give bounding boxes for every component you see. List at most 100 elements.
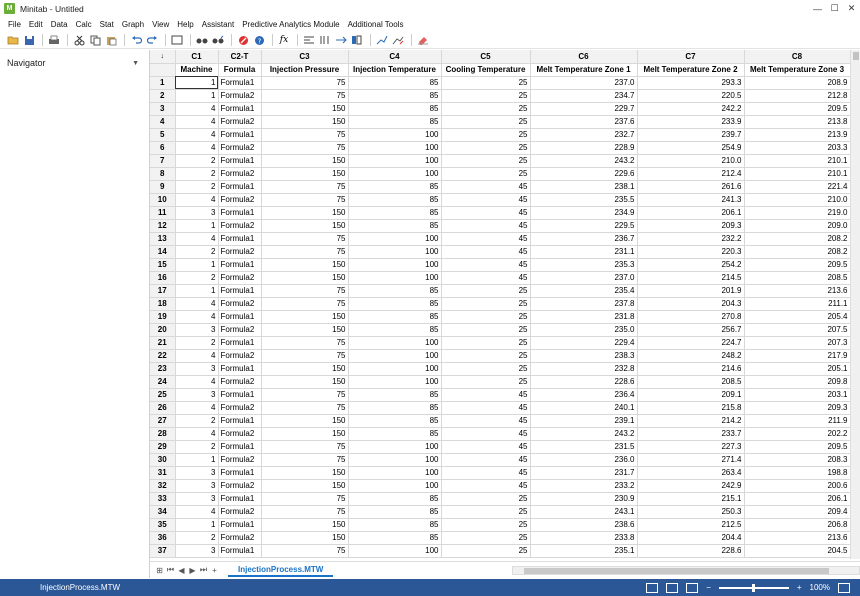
data-cell[interactable]: 242.2 [637, 102, 745, 116]
data-cell[interactable]: 207.3 [744, 336, 851, 350]
data-cell[interactable]: 198.8 [744, 466, 851, 480]
data-cell[interactable]: 209.8 [744, 375, 851, 389]
minimize-button[interactable]: — [809, 0, 826, 17]
data-cell[interactable]: 209.4 [744, 505, 851, 519]
data-cell[interactable]: 150 [261, 154, 349, 168]
data-cell[interactable]: Formula1 [218, 492, 262, 506]
data-cell[interactable]: 25 [441, 128, 531, 142]
data-cell[interactable]: 234.9 [530, 206, 638, 220]
data-cell[interactable]: 45 [441, 258, 531, 272]
data-cell[interactable]: 75 [261, 388, 349, 402]
row-number[interactable]: 34 [150, 505, 176, 519]
insert-columns-icon[interactable] [318, 34, 332, 47]
data-cell[interactable]: 100 [348, 167, 442, 181]
data-cell[interactable]: 25 [441, 531, 531, 545]
add-sheet-icon[interactable]: + [209, 566, 220, 575]
data-cell[interactable]: 235.5 [530, 193, 638, 207]
data-cell[interactable]: 3 [175, 323, 219, 337]
horizontal-scrollbar[interactable] [512, 566, 860, 575]
data-cell[interactable]: 85 [348, 206, 442, 220]
data-cell[interactable]: 3 [175, 466, 219, 480]
data-cell[interactable]: Formula2 [218, 479, 262, 493]
data-cell[interactable]: 209.5 [744, 258, 851, 272]
sheet-tab-injectionprocess[interactable]: InjectionProcess.MTW [228, 563, 334, 577]
data-cell[interactable]: 224.7 [637, 336, 745, 350]
grid-view-icon[interactable] [666, 582, 679, 593]
data-cell[interactable]: 213.6 [744, 531, 851, 545]
data-cell[interactable]: 256.7 [637, 323, 745, 337]
data-cell[interactable]: 85 [348, 531, 442, 545]
data-cell[interactable]: 208.2 [744, 232, 851, 246]
data-cell[interactable]: 217.9 [744, 349, 851, 363]
zoom-in-button[interactable]: + [797, 583, 802, 592]
data-cell[interactable]: 150 [261, 518, 349, 532]
data-cell[interactable]: 85 [348, 284, 442, 298]
data-cell[interactable]: 75 [261, 128, 349, 142]
data-cell[interactable]: 85 [348, 115, 442, 129]
row-number[interactable]: 19 [150, 310, 176, 324]
help-icon[interactable]: ? [252, 34, 266, 47]
data-cell[interactable]: 4 [175, 427, 219, 441]
data-cell[interactable]: 45 [441, 440, 531, 454]
row-number[interactable]: 7 [150, 154, 176, 168]
data-cell[interactable]: 213.8 [744, 115, 851, 129]
data-cell[interactable]: 4 [175, 232, 219, 246]
data-cell[interactable]: 1 [175, 89, 219, 103]
data-cell[interactable]: 207.5 [744, 323, 851, 337]
data-cell[interactable]: 209.3 [744, 401, 851, 415]
data-cell[interactable]: 2 [175, 336, 219, 350]
column-header[interactable]: C1 [175, 50, 219, 64]
data-cell[interactable]: 210.0 [744, 193, 851, 207]
data-cell[interactable]: 4 [175, 128, 219, 142]
data-cell[interactable]: Formula1 [218, 258, 262, 272]
row-number[interactable]: 31 [150, 466, 176, 480]
data-cell[interactable]: 45 [441, 219, 531, 233]
data-cell[interactable]: 213.9 [744, 128, 851, 142]
data-cell[interactable]: 233.9 [637, 115, 745, 129]
data-cell[interactable]: 203.3 [744, 141, 851, 155]
data-cell[interactable]: 211.1 [744, 297, 851, 311]
data-cell[interactable]: 85 [348, 388, 442, 402]
data-cell[interactable]: 100 [348, 128, 442, 142]
data-cell[interactable]: 237.8 [530, 297, 638, 311]
data-cell[interactable]: 4 [175, 310, 219, 324]
data-cell[interactable]: 85 [348, 310, 442, 324]
menu-help[interactable]: Help [177, 20, 193, 29]
row-number[interactable]: 36 [150, 531, 176, 545]
data-cell[interactable]: 25 [441, 323, 531, 337]
row-number[interactable]: 32 [150, 479, 176, 493]
data-cell[interactable]: 213.6 [744, 284, 851, 298]
data-cell[interactable]: 2 [175, 154, 219, 168]
data-cell[interactable]: 25 [441, 115, 531, 129]
row-number[interactable]: 13 [150, 232, 176, 246]
data-cell[interactable]: 1 [175, 284, 219, 298]
data-cell[interactable]: 212.4 [637, 167, 745, 181]
data-cell[interactable]: 25 [441, 89, 531, 103]
row-number[interactable]: 5 [150, 128, 176, 142]
data-cell[interactable]: 271.4 [637, 453, 745, 467]
row-number[interactable]: 11 [150, 206, 176, 220]
column-header[interactable]: C4 [348, 50, 442, 64]
data-cell[interactable]: 209.5 [744, 102, 851, 116]
zoom-slider[interactable] [718, 583, 789, 592]
data-cell[interactable]: 209.5 [744, 440, 851, 454]
data-cell[interactable]: 85 [348, 180, 442, 194]
data-cell[interactable]: 150 [261, 167, 349, 181]
data-cell[interactable]: 45 [441, 271, 531, 285]
data-cell[interactable]: 100 [348, 245, 442, 259]
column-header[interactable]: C7 [637, 50, 745, 64]
replace-icon[interactable] [211, 34, 225, 47]
data-cell[interactable]: 100 [348, 154, 442, 168]
chevron-down-icon[interactable]: ▼ [132, 60, 139, 67]
data-cell[interactable]: 45 [441, 427, 531, 441]
data-cell[interactable]: 1 [175, 76, 219, 90]
data-cell[interactable]: 1 [175, 518, 219, 532]
data-cell[interactable]: 3 [175, 544, 219, 558]
row-number[interactable]: 14 [150, 245, 176, 259]
move-columns-icon[interactable] [334, 34, 348, 47]
menu-graph[interactable]: Graph [122, 20, 144, 29]
row-number[interactable]: 1 [150, 76, 176, 90]
open-folder-icon[interactable] [6, 34, 20, 47]
data-cell[interactable]: 25 [441, 375, 531, 389]
data-cell[interactable]: Formula2 [218, 219, 262, 233]
